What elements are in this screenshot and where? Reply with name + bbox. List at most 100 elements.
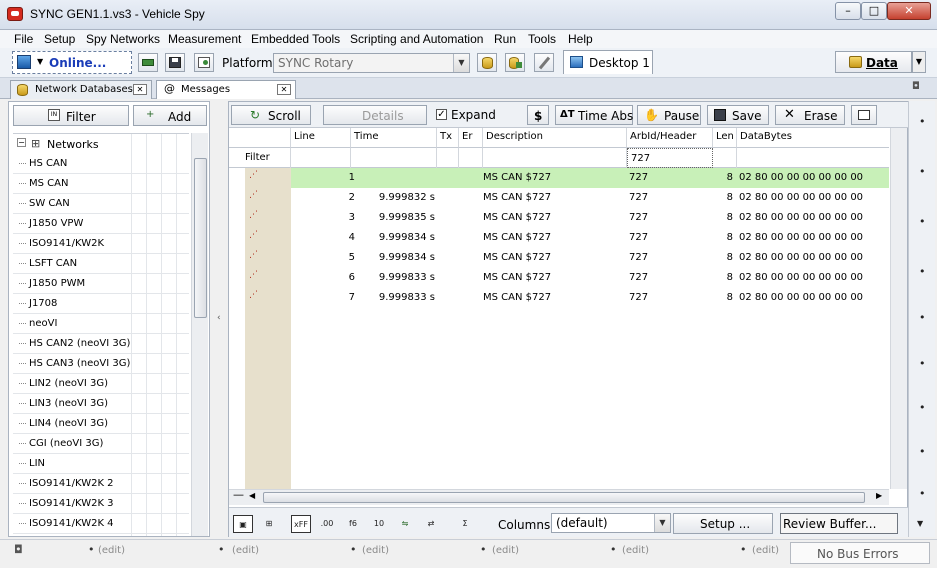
camera-icon[interactable]: ◘ — [14, 543, 23, 556]
status-edit-1[interactable]: (edit) — [98, 545, 125, 556]
network-item[interactable]: HS CAN3 (neoVI 3G) — [13, 354, 189, 374]
filter-cell-description[interactable] — [483, 148, 627, 168]
rail-item[interactable]: • — [919, 265, 926, 278]
database-network-icon[interactable] — [505, 53, 525, 72]
message-row[interactable]: ⋰ 6 9.999833 s MS CAN $727 727 8 02 80 00 00 0… — [249, 268, 889, 288]
collapse-icon[interactable]: − — [17, 138, 26, 147]
network-item[interactable]: LSFT CAN — [13, 254, 189, 274]
network-item[interactable]: LIN4 (neoVI 3G) — [13, 414, 189, 434]
network-item[interactable]: neoVI — [13, 314, 189, 334]
menu-scripting-automation[interactable]: Scripting and Automation — [350, 32, 483, 46]
base10-format-button[interactable]: 10 — [369, 515, 389, 533]
expand-check-mark[interactable]: ✓ — [436, 109, 447, 120]
message-row[interactable]: ⋰ 5 9.999834 s MS CAN $727 727 8 02 80 00 00 0… — [249, 248, 889, 268]
column-header-description[interactable]: Description — [483, 128, 627, 148]
online-button[interactable]: ▼ Online... — [12, 51, 132, 74]
chevron-down-icon[interactable]: ▼ — [654, 514, 670, 532]
grid-horizontal-scrollbar[interactable]: — ◀ ▶ — [229, 488, 889, 505]
chevron-down-icon[interactable]: ▼ — [37, 57, 43, 66]
filter-cell-databytes[interactable] — [737, 148, 889, 168]
platform-select[interactable]: SYNC Rotary ▼ — [273, 53, 470, 73]
message-row[interactable]: ⋰ 2 9.999832 s MS CAN $727 727 8 02 80 00 00 0… — [249, 188, 889, 208]
panel-splitter[interactable]: ‹ — [214, 101, 226, 537]
menu-setup[interactable]: Setup — [44, 32, 75, 46]
rail-item[interactable]: • — [919, 445, 926, 458]
filter-cell-line[interactable] — [291, 148, 351, 168]
menu-spy-networks[interactable]: Spy Networks — [86, 32, 160, 46]
status-edit-5[interactable]: (edit) — [622, 545, 649, 556]
tab-desktop-1[interactable]: Desktop 1 — [563, 50, 653, 74]
chevron-right-icon[interactable]: ▶ — [876, 491, 882, 500]
chevron-down-icon[interactable]: ▼ — [453, 54, 469, 72]
column-width-icon[interactable]: ⇋ — [395, 515, 415, 533]
menu-measurement[interactable]: Measurement — [168, 32, 241, 46]
tab-messages[interactable]: @ Messages ✕ — [156, 80, 296, 99]
network-item[interactable]: SW CAN — [13, 194, 189, 214]
column-header-databytes[interactable]: DataBytes — [737, 128, 889, 148]
filter-cell-time[interactable] — [351, 148, 437, 168]
close-icon[interactable]: ✕ — [133, 84, 147, 95]
network-item[interactable]: ISO9141/KW2K 3 — [13, 494, 189, 514]
network-item[interactable]: J1850 PWM — [13, 274, 189, 294]
network-item[interactable]: CGI (neoVI 3G) — [13, 434, 189, 454]
scroll-thumb[interactable] — [194, 158, 207, 318]
camera-icon[interactable]: ◘ — [912, 81, 920, 92]
chevron-down-icon[interactable]: ▼ — [917, 519, 923, 528]
hex-format-button[interactable]: xFF — [291, 515, 311, 533]
network-item[interactable]: J1850 VPW — [13, 214, 189, 234]
tab-network-databases[interactable]: Network Databases ✕ — [10, 80, 152, 99]
filter-cell-er[interactable] — [459, 148, 483, 168]
scroll-button[interactable]: ↻ Scroll — [231, 105, 311, 125]
rail-item[interactable]: • — [919, 357, 926, 370]
signal-view-icon[interactable]: ⊞ — [259, 515, 279, 533]
window-layout-button[interactable] — [851, 105, 877, 125]
rail-item[interactable]: • — [919, 487, 926, 500]
status-edit-2[interactable]: (edit) — [232, 545, 259, 556]
time-abs-button[interactable]: ΔT Time Abs — [555, 105, 633, 125]
network-item[interactable]: LIN2 (neoVI 3G) — [13, 374, 189, 394]
rail-item[interactable]: • — [919, 165, 926, 178]
network-item[interactable]: LIN3 (neoVI 3G) — [13, 394, 189, 414]
menu-file[interactable]: File — [14, 32, 33, 46]
add-button[interactable]: + Add — [133, 105, 207, 126]
network-item[interactable]: J1708 — [13, 294, 189, 314]
review-buffer-button[interactable]: Review Buffer... — [780, 513, 898, 534]
network-item[interactable]: ISO9141/KW2K — [13, 234, 189, 254]
filter-cell-tx[interactable] — [437, 148, 459, 168]
erase-button[interactable]: ✕ Erase — [775, 105, 845, 125]
left-panel-scrollbar[interactable] — [191, 133, 208, 536]
chevron-left-icon[interactable]: ‹ — [217, 313, 221, 323]
minimize-button[interactable]: – — [835, 2, 861, 20]
filter-cell-arbid[interactable]: 727 — [627, 148, 713, 168]
float-format-button[interactable]: f6 — [343, 515, 363, 533]
grid-vertical-scrollbar[interactable] — [890, 128, 907, 489]
rail-item[interactable]: • — [919, 215, 926, 228]
column-header-er[interactable]: Er — [459, 128, 483, 148]
column-fit-icon[interactable]: ⇄ — [421, 515, 441, 533]
network-item[interactable]: HS CAN2 (neoVI 3G) — [13, 334, 189, 354]
data-dropdown-arrow[interactable]: ▼ — [912, 51, 926, 73]
status-edit-6[interactable]: (edit) — [752, 545, 779, 556]
database-icon[interactable] — [477, 53, 497, 72]
status-edit-3[interactable]: (edit) — [362, 545, 389, 556]
menu-help[interactable]: Help — [568, 32, 593, 46]
hardware-icon[interactable] — [138, 53, 158, 72]
network-item[interactable]: MS CAN — [13, 174, 189, 194]
filter-cell-len[interactable] — [713, 148, 737, 168]
details-button[interactable]: Details — [323, 105, 427, 125]
message-row[interactable]: ⋰ 3 9.999835 s MS CAN $727 727 8 02 80 00 00 0… — [249, 208, 889, 228]
column-header-len[interactable]: Len — [713, 128, 737, 148]
message-row[interactable]: ⋰ 4 9.999834 s MS CAN $727 727 8 02 80 00 00 0… — [249, 228, 889, 248]
sum-icon[interactable]: Σ — [455, 515, 475, 533]
message-row[interactable]: ⋰ 1 MS CAN $727 727 8 02 80 00 00 00 00 00 00 — [249, 168, 889, 188]
columns-select[interactable]: (default) ▼ — [551, 513, 671, 533]
decimal-format-button[interactable]: .00 — [317, 515, 337, 533]
column-header-arbid[interactable]: ArbId/Header — [627, 128, 713, 148]
message-row[interactable]: ⋰ 7 9.999833 s MS CAN $727 727 8 02 80 00 00 0… — [249, 288, 889, 308]
pause-button[interactable]: ✋ Pause — [637, 105, 701, 125]
rail-item[interactable]: • — [919, 115, 926, 128]
network-item[interactable]: ISO9141/KW2K 4 — [13, 514, 189, 534]
save-file-icon[interactable] — [165, 53, 185, 72]
menu-tools[interactable]: Tools — [528, 32, 556, 46]
filter-button[interactable]: IN Filter — [13, 105, 129, 126]
